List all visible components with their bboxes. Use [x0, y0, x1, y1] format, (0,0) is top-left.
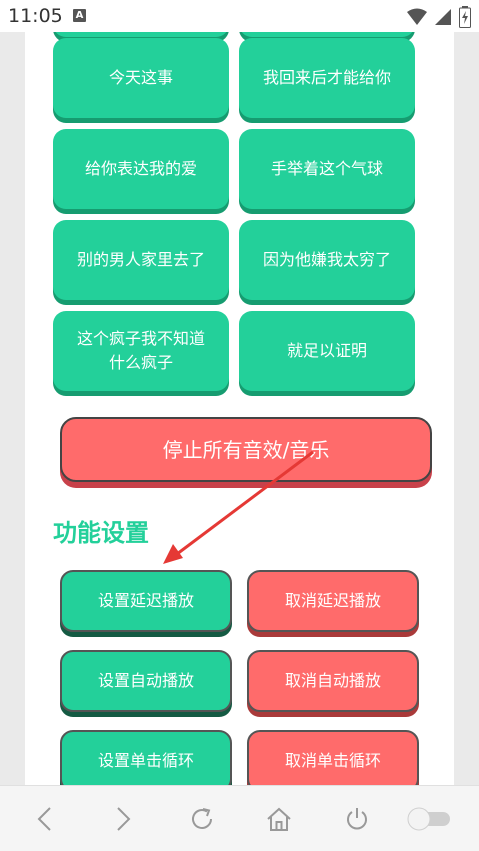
grid-button-label: 今天这事: [108, 68, 173, 87]
forward-icon: [117, 807, 131, 831]
set-delay-play-button[interactable]: 设置延迟播放: [60, 570, 232, 632]
refresh-button[interactable]: [187, 804, 217, 834]
right-gutter: [454, 32, 479, 785]
grid-button-label-line1: 这个疯子我不知道: [76, 329, 205, 348]
status-icons: [407, 6, 471, 28]
back-icon: [37, 807, 51, 831]
home-button[interactable]: [264, 804, 294, 834]
grid-button-6[interactable]: 因为他嫌我太穷了: [239, 220, 415, 300]
grid-button-label: 给你表达我的爱: [84, 159, 197, 178]
grid-button-2[interactable]: 我回来后才能给你: [239, 38, 415, 118]
wifi-icon: [407, 8, 427, 25]
grid-button-label: 因为他嫌我太穷了: [262, 250, 391, 269]
grid-button-label-line2: 什么疯子: [108, 353, 173, 372]
power-icon: [347, 808, 367, 830]
button-label: 取消自动播放: [284, 671, 381, 690]
cancel-auto-play-button[interactable]: 取消自动播放: [247, 650, 419, 712]
grid-button-4[interactable]: 手举着这个气球: [239, 129, 415, 209]
main-content[interactable]: 今天这事 我回来后才能给你 给你表达我的爱 手举着这个气球 别的男人家里去了 因…: [25, 32, 454, 785]
power-button[interactable]: [342, 804, 372, 834]
status-bar: 11:05 A: [0, 0, 479, 32]
back-button[interactable]: [30, 804, 60, 834]
cancel-click-loop-button[interactable]: 取消单击循环: [247, 730, 419, 785]
cell-signal-icon: [435, 9, 451, 25]
refresh-icon: [192, 808, 212, 829]
button-label: 取消单击循环: [284, 751, 381, 770]
grid-button-1[interactable]: 今天这事: [53, 38, 229, 118]
button-label: 设置自动播放: [97, 671, 194, 690]
grid-button-partial-right[interactable]: [239, 32, 415, 37]
grid-button-partial-left[interactable]: [53, 32, 229, 37]
status-time: 11:05: [8, 5, 63, 27]
stop-all-sounds-button[interactable]: 停止所有音效/音乐: [60, 417, 432, 482]
cancel-delay-play-button[interactable]: 取消延迟播放: [247, 570, 419, 632]
notification-a-icon: A: [73, 9, 86, 22]
toggle-icon: [407, 807, 450, 831]
battery-icon: [459, 6, 471, 28]
button-label: 取消延迟播放: [284, 591, 381, 610]
stop-button-label: 停止所有音效/音乐: [162, 437, 330, 462]
grid-button-7[interactable]: 这个疯子我不知道 什么疯子: [53, 311, 229, 391]
grid-button-label: 手举着这个气球: [270, 159, 383, 178]
set-click-loop-button[interactable]: 设置单击循环: [60, 730, 232, 785]
home-icon: [267, 807, 291, 831]
bottom-nav-bar: [0, 785, 479, 851]
forward-button[interactable]: [108, 804, 138, 834]
grid-button-8[interactable]: 就足以证明: [239, 311, 415, 391]
left-gutter: [0, 32, 25, 785]
grid-button-5[interactable]: 别的男人家里去了: [53, 220, 229, 300]
grid-button-label: 别的男人家里去了: [76, 250, 205, 269]
grid-button-label: 我回来后才能给你: [262, 68, 391, 87]
grid-button-3[interactable]: 给你表达我的爱: [53, 129, 229, 209]
set-auto-play-button[interactable]: 设置自动播放: [60, 650, 232, 712]
section-title: 功能设置: [53, 519, 149, 547]
button-label: 设置延迟播放: [97, 591, 194, 610]
button-label: 设置单击循环: [97, 751, 194, 770]
toggle-switch[interactable]: [405, 804, 453, 834]
grid-button-label: 就足以证明: [286, 341, 367, 360]
